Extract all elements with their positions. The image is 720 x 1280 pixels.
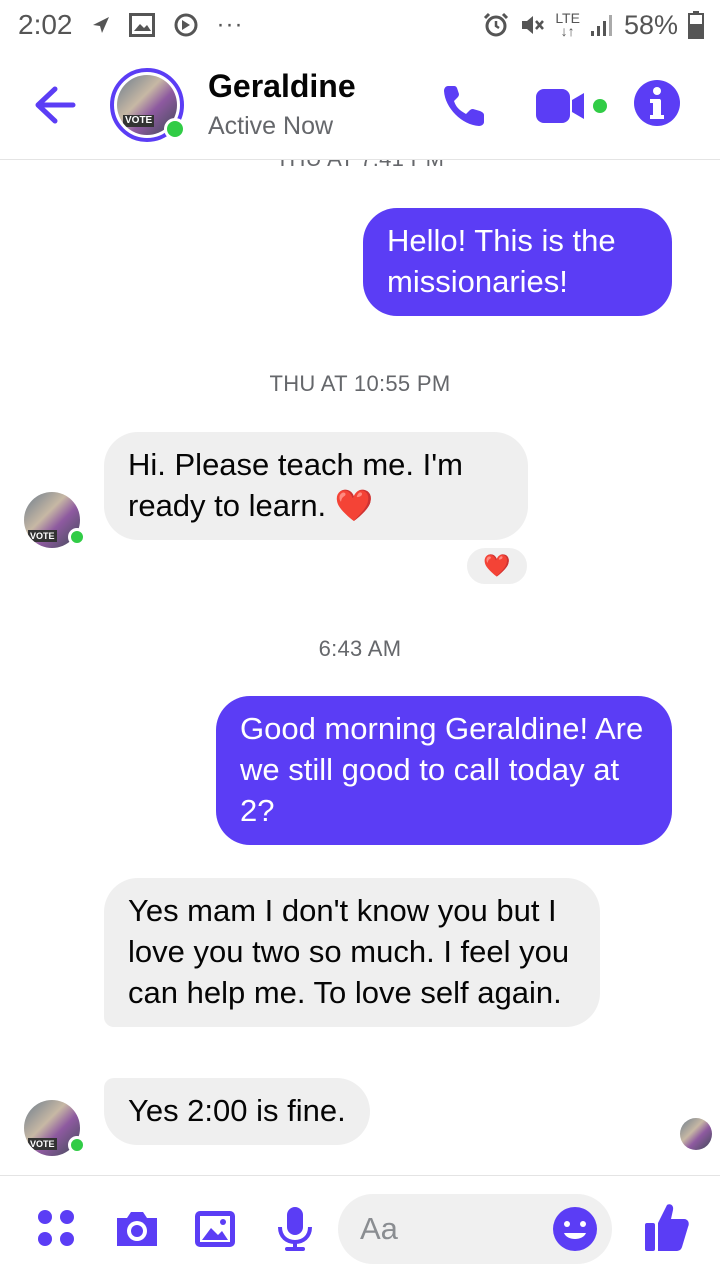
outgoing-message[interactable]: Hello! This is the missionaries!: [363, 208, 672, 316]
heart-reaction-icon: ❤️: [483, 553, 511, 578]
video-camera-icon: [536, 89, 607, 123]
avatar-text: VOTE: [28, 1138, 57, 1150]
online-indicator: [68, 528, 86, 546]
composer-bar: [0, 1175, 720, 1280]
four-dots-icon: [38, 1210, 74, 1246]
camera-icon: [117, 1212, 157, 1246]
message-input[interactable]: [360, 1206, 540, 1252]
reaction-badge[interactable]: ❤️: [465, 546, 529, 586]
message-text: Hi. Please teach me. I'm ready to learn.: [128, 447, 463, 523]
like-button[interactable]: [642, 1200, 692, 1254]
image-icon: [195, 1211, 235, 1247]
alarm-icon: [483, 12, 509, 38]
sync-icon: [173, 12, 199, 38]
avatar-text: VOTE: [123, 115, 155, 127]
battery-percent: 58%: [623, 9, 678, 40]
more-notifications-icon: ···: [216, 11, 244, 38]
timestamp: THU AT 7:41 PM: [0, 160, 720, 172]
navigation-arrow-icon: [91, 15, 111, 35]
timestamp: THU AT 10:55 PM: [269, 371, 451, 396]
incoming-message[interactable]: Yes mam I don't know you but I love you …: [104, 878, 600, 1027]
active-status: Active Now: [208, 112, 334, 140]
online-indicator: [164, 118, 186, 140]
outgoing-message[interactable]: Good morning Geraldine! Are we still goo…: [216, 696, 672, 845]
status-bar: 2:02 ··· LTE ↓↑ 58%: [0, 0, 720, 50]
thumbs-up-icon: [645, 1204, 689, 1251]
phone-icon: [444, 86, 484, 126]
microphone-icon: [278, 1207, 312, 1251]
back-button[interactable]: [30, 80, 80, 130]
status-time: 2:02: [18, 9, 73, 40]
voice-call-button[interactable]: [440, 80, 490, 130]
video-call-button[interactable]: [534, 86, 610, 126]
back-arrow-icon: [35, 86, 76, 124]
incoming-message[interactable]: Hi. Please teach me. I'm ready to learn.…: [104, 432, 528, 540]
message-composer[interactable]: [338, 1194, 612, 1264]
network-type: LTE ↓↑: [555, 11, 580, 39]
incoming-message[interactable]: Yes 2:00 is fine.: [104, 1078, 370, 1145]
read-receipt-avatar: [680, 1118, 712, 1150]
info-icon: [650, 87, 664, 119]
online-indicator: [68, 1136, 86, 1154]
contact-avatar-small[interactable]: VOTE: [24, 1100, 86, 1156]
avatar-image: [680, 1118, 712, 1150]
contact-avatar-small[interactable]: VOTE: [24, 492, 86, 548]
gallery-button[interactable]: [192, 1206, 238, 1252]
conversation-header: VOTE Geraldine Active Now: [0, 50, 720, 160]
timestamp: 6:43 AM: [318, 636, 402, 661]
smiley-icon: [553, 1207, 597, 1251]
image-notification-icon: [128, 13, 155, 37]
avatar-text: VOTE: [28, 530, 57, 542]
contact-name[interactable]: Geraldine: [208, 68, 356, 105]
message-list[interactable]: THU AT 7:41 PM Hello! This is the missio…: [0, 160, 720, 1175]
data-arrows-icon: ↓↑: [560, 23, 575, 39]
emoji-button[interactable]: [552, 1206, 598, 1252]
voice-message-button[interactable]: [272, 1204, 318, 1254]
info-button[interactable]: [634, 80, 680, 126]
battery-icon: [688, 11, 704, 39]
mute-icon: [519, 12, 545, 38]
more-actions-button[interactable]: [34, 1206, 78, 1250]
signal-icon: [590, 13, 614, 37]
contact-avatar[interactable]: VOTE: [110, 68, 186, 142]
camera-button[interactable]: [112, 1206, 162, 1252]
heart-emoji: ❤️: [334, 488, 374, 523]
